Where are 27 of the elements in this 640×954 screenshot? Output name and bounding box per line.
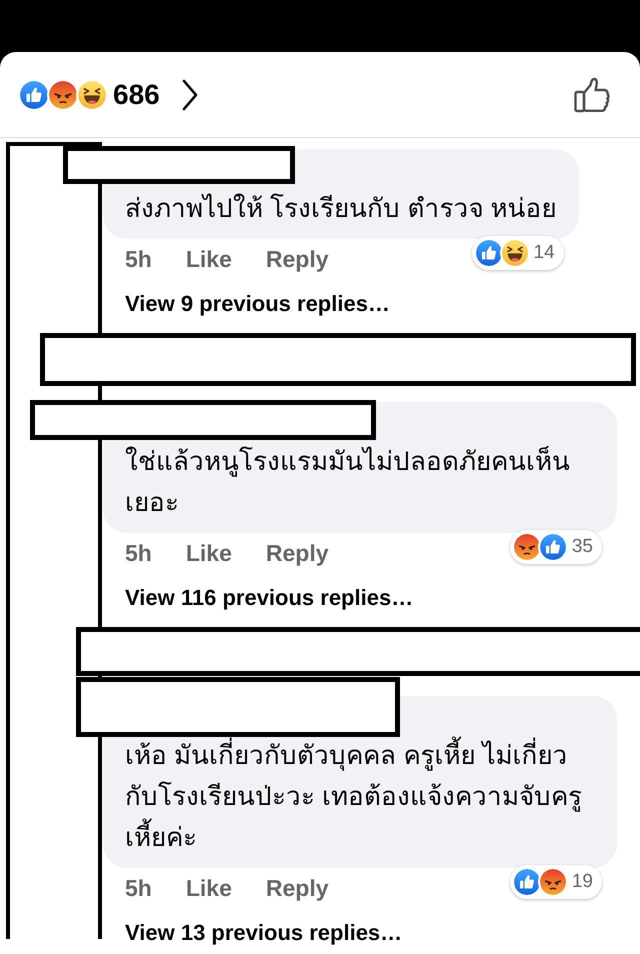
reply-button[interactable]: Reply xyxy=(266,540,329,566)
timestamp: 5h xyxy=(125,246,152,272)
reaction-pill[interactable]: 35 xyxy=(510,530,602,564)
timestamp: 5h xyxy=(125,540,152,566)
chevron-right-icon[interactable] xyxy=(182,78,198,110)
reaction-count: 35 xyxy=(572,536,593,558)
view-previous-replies-link[interactable]: View 13 previous replies… xyxy=(125,920,402,946)
thumbs-up-icon xyxy=(538,532,568,562)
reply-button[interactable]: Reply xyxy=(266,874,329,902)
laughing-face-icon xyxy=(500,238,530,268)
thumbs-up-icon xyxy=(512,867,542,897)
reply-button[interactable]: Reply xyxy=(266,246,329,272)
like-button[interactable]: Like xyxy=(186,246,232,272)
reaction-pill[interactable]: 19 xyxy=(510,865,602,899)
view-previous-replies-link[interactable]: View 116 previous replies… xyxy=(125,585,414,611)
reaction-count: 686 xyxy=(113,78,160,110)
like-button[interactable]: Like xyxy=(186,874,232,902)
timestamp: 5h xyxy=(125,874,152,902)
reaction-count: 19 xyxy=(572,871,593,893)
angry-face-icon xyxy=(512,532,542,562)
reaction-pill[interactable]: 14 xyxy=(472,236,564,270)
reaction-count: 14 xyxy=(534,242,555,264)
thumbs-up-icon xyxy=(474,238,504,268)
like-button[interactable]: Like xyxy=(186,540,232,566)
view-previous-replies-link[interactable]: View 9 previous replies… xyxy=(125,291,390,317)
angry-face-icon xyxy=(538,867,568,897)
thumbs-up-outline-icon[interactable] xyxy=(574,76,610,112)
